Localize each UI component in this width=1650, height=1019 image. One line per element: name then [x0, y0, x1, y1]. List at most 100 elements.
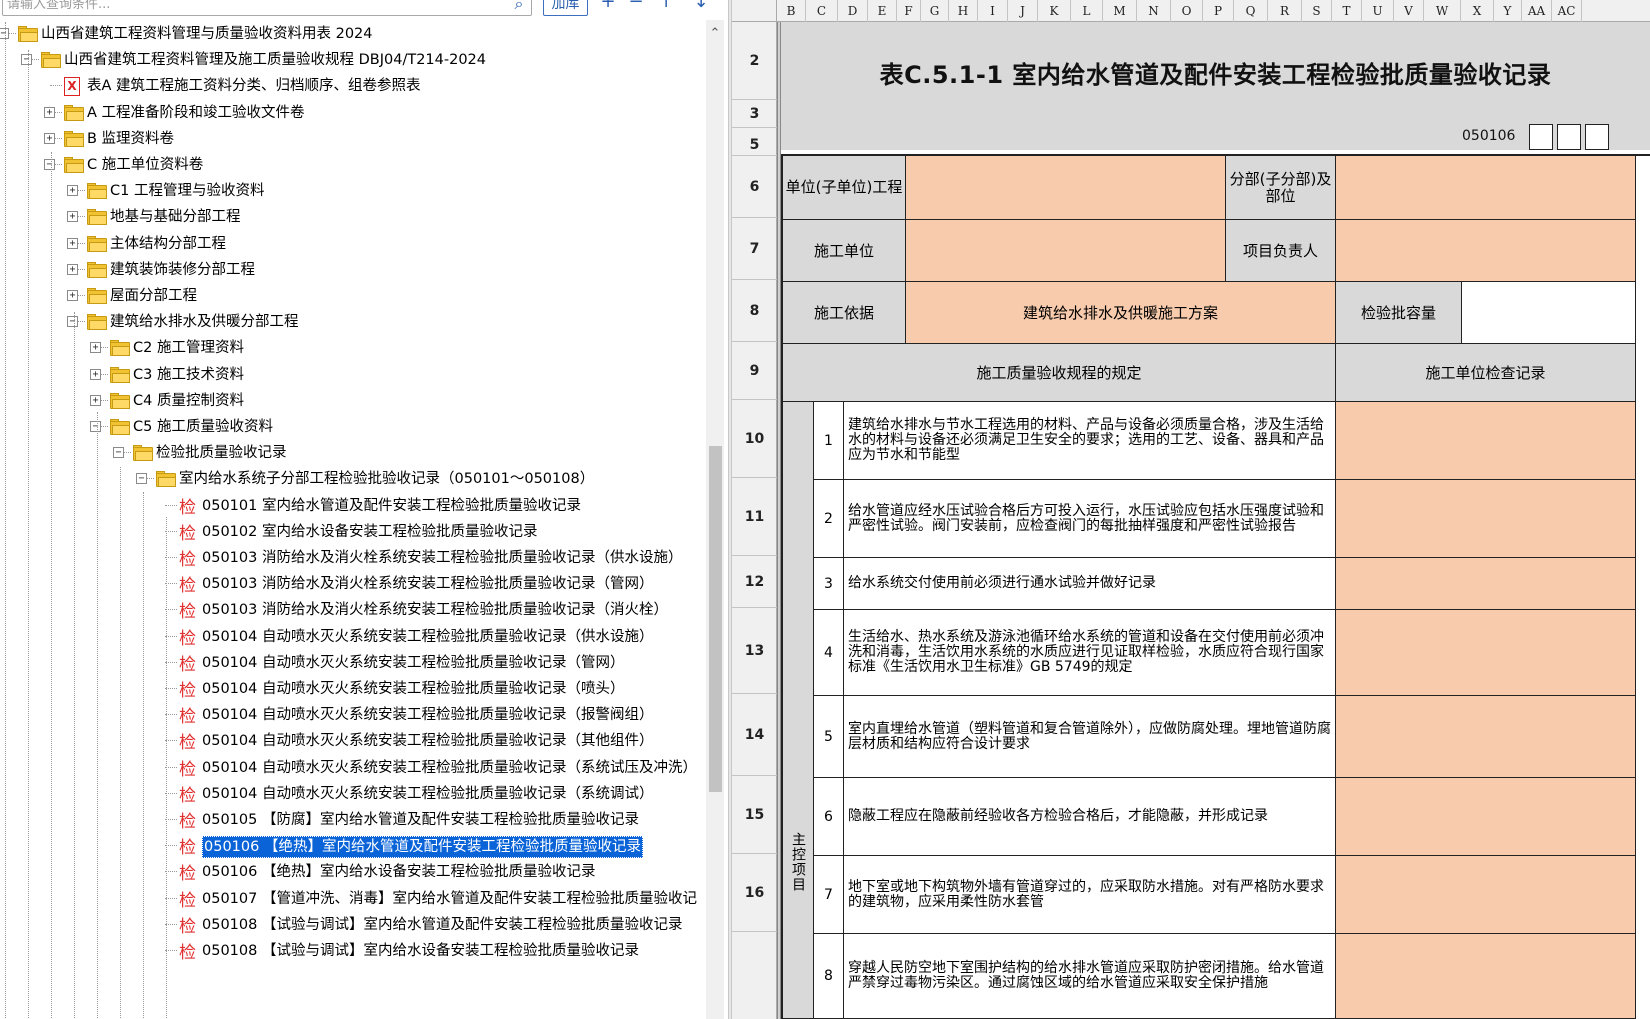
column-header[interactable]: AC [1552, 0, 1582, 22]
main-items-label[interactable]: 主控项目 [783, 402, 814, 1019]
tree-item-label[interactable]: 050103 消防给水及消火栓系统安装工程检验批质量验收记录（消火栓） [202, 600, 668, 620]
tree-item-label[interactable]: 050101 室内给水管道及配件安装工程检验批质量验收记录 [202, 496, 581, 516]
tree-item-form[interactable]: 检 050103 消防给水及消火栓系统安装工程检验批质量验收记录（管网） [0, 570, 700, 597]
tree-item-folder[interactable]: + A 工程准备阶段和竣工验收文件卷 [0, 99, 700, 126]
tree-item-label[interactable]: 建筑给水排水及供暖分部工程 [110, 312, 299, 332]
tree-item-folder[interactable]: − 山西省建筑工程资料管理与质量验收资料用表 2024 [0, 20, 700, 47]
item-number[interactable]: 3 [814, 558, 844, 610]
scrollbar-thumb[interactable] [709, 446, 722, 792]
row-header[interactable]: 16 [732, 854, 777, 932]
tree-item-label[interactable]: 主体结构分部工程 [110, 234, 226, 254]
tree-item-form[interactable]: 检 050106 【绝热】室内给水设备安装工程检验批质量验收记录 [0, 858, 700, 885]
move-down-icon[interactable]: ↓ [690, 0, 712, 12]
tree-item-folder[interactable]: − 山西省建筑工程资料管理及施工质量验收规程 DBJ04/T214-2024 [0, 46, 700, 73]
spec-header[interactable]: 施工质量验收规程的规定 [783, 344, 1336, 402]
item-requirement[interactable]: 建筑给水排水与节水工程选用的材料、产品与设备必须质量合格，涉及生活给水的材料与设… [844, 402, 1336, 480]
tree-item-label[interactable]: C3 施工技术资料 [133, 365, 244, 385]
row-header[interactable]: 9 [732, 342, 777, 400]
row-header[interactable]: 7 [732, 218, 777, 280]
expand-icon[interactable]: + [67, 185, 78, 197]
row-header[interactable]: 15 [732, 776, 777, 854]
item-requirement[interactable]: 生活给水、热水系统及游泳池循环给水系统的管道和设备在交付使用前必须冲洗和消毒，生… [844, 610, 1336, 696]
expand-icon[interactable]: + [90, 394, 101, 406]
item-check-record[interactable] [1336, 558, 1636, 610]
search-icon[interactable]: ⌕ [508, 0, 530, 14]
tree-item-form[interactable]: 检 050103 消防给水及消火栓系统安装工程检验批质量验收记录（消火栓） [0, 596, 700, 623]
tree-item-folder[interactable]: − C 施工单位资料卷 [0, 151, 700, 178]
tree-scrollbar[interactable]: ⌃ [706, 20, 724, 1019]
expand-icon[interactable]: + [67, 211, 78, 223]
column-header[interactable]: W [1424, 0, 1461, 22]
tree-item-folder[interactable]: − 检验批质量验收记录 [0, 439, 700, 466]
row-header[interactable]: 6 [732, 156, 777, 218]
item-check-record[interactable] [1336, 610, 1636, 696]
item-number[interactable]: 2 [814, 480, 844, 558]
item-check-record[interactable] [1336, 934, 1636, 1019]
column-header[interactable]: Q [1234, 0, 1268, 22]
collapse-icon[interactable]: − [113, 447, 124, 459]
tree-item-table[interactable]: X 表A 建筑工程施工资料分类、归档顺序、组卷参照表 [0, 72, 700, 99]
tree-item-folder[interactable]: − C5 施工质量验收资料 [0, 413, 700, 440]
column-header[interactable]: G [921, 0, 949, 22]
tree-item-label[interactable]: 050103 消防给水及消火栓系统安装工程检验批质量验收记录（供水设施） [202, 548, 682, 568]
scroll-up-arrow-icon[interactable]: ⌃ [706, 26, 724, 44]
tree-item-label[interactable]: 山西省建筑工程资料管理及施工质量验收规程 DBJ04/T214-2024 [64, 50, 486, 70]
tree-item-label[interactable]: 050104 自动喷水灭火系统安装工程检验批质量验收记录（系统调试） [202, 784, 653, 804]
form-title[interactable]: 表C.5.1-1 室内给水管道及配件安装工程检验批质量验收记录 [781, 22, 1650, 122]
tree-item-folder[interactable]: + B 监理资料卷 [0, 125, 700, 152]
tree-item-label[interactable]: 屋面分部工程 [110, 286, 197, 306]
contractor-label[interactable]: 施工单位 [783, 220, 906, 282]
column-header[interactable]: C [806, 0, 838, 22]
tree-item-form[interactable]: 检 050106 【绝热】室内给水管道及配件安装工程检验批质量验收记录 [0, 832, 700, 859]
item-requirement[interactable]: 给水系统交付使用前必须进行通水试验并做好记录 [844, 558, 1336, 610]
tree-item-folder[interactable]: + 屋面分部工程 [0, 282, 700, 309]
tree-item-label[interactable]: 050106 【绝热】室内给水管道及配件安装工程检验批质量验收记录 [202, 836, 643, 859]
expand-icon[interactable]: + [90, 342, 101, 354]
column-header[interactable]: V [1394, 0, 1424, 22]
tree-item-form[interactable]: 检 050104 自动喷水灭火系统安装工程检验批质量验收记录（喷头） [0, 675, 700, 702]
tree-item-form[interactable]: 检 050105 【防腐】室内给水管道及配件安装工程检验批质量验收记录 [0, 806, 700, 833]
expand-icon[interactable]: + [67, 290, 78, 301]
column-header[interactable]: P [1203, 0, 1234, 22]
column-header[interactable]: M [1103, 0, 1137, 22]
expand-icon[interactable]: + [44, 132, 55, 144]
item-number[interactable]: 4 [814, 610, 844, 696]
sub-project-label[interactable]: 分部(子分部)及部位 [1226, 156, 1336, 220]
tree-item-folder[interactable]: + 地基与基础分部工程 [0, 203, 700, 230]
tree-item-label[interactable]: 050106 【绝热】室内给水设备安装工程检验批质量验收记录 [202, 862, 595, 882]
column-header[interactable]: L [1071, 0, 1103, 22]
code-box-2[interactable] [1557, 124, 1581, 150]
tree-item-label[interactable]: C5 施工质量验收资料 [133, 417, 273, 437]
tree-item-label[interactable]: 050108 【试验与调试】室内给水设备安装工程检验批质量验收记录 [202, 941, 639, 961]
item-check-record[interactable] [1336, 402, 1636, 480]
tree-item-form[interactable]: 检 050104 自动喷水灭火系统安装工程检验批质量验收记录（系统试压及冲洗） [0, 754, 700, 781]
column-header[interactable]: R [1268, 0, 1302, 22]
project-manager-label[interactable]: 项目负责人 [1226, 220, 1336, 282]
contractor-value[interactable] [906, 220, 1226, 282]
column-header[interactable]: B [777, 0, 806, 22]
collapse-icon[interactable]: − [21, 54, 32, 66]
tree-item-label[interactable]: 050104 自动喷水灭火系统安装工程检验批质量验收记录（系统试压及冲洗） [202, 758, 697, 778]
column-header[interactable]: D [838, 0, 868, 22]
column-header[interactable]: E [868, 0, 897, 22]
expand-icon[interactable]: + [44, 106, 55, 118]
project-manager-value[interactable] [1336, 220, 1636, 282]
tree-item-form[interactable]: 检 050108 【试验与调试】室内给水管道及配件安装工程检验批质量验收记录 [0, 911, 700, 938]
row-header[interactable]: 8 [732, 280, 777, 342]
item-number[interactable]: 7 [814, 856, 844, 934]
item-check-record[interactable] [1336, 480, 1636, 558]
tree-item-label[interactable]: A 工程准备阶段和竣工验收文件卷 [87, 103, 305, 123]
tree-item-label[interactable]: 地基与基础分部工程 [110, 207, 241, 227]
tree-item-form[interactable]: 检 050103 消防给水及消火栓系统安装工程检验批质量验收记录（供水设施） [0, 544, 700, 571]
tree-item-form[interactable]: 检 050104 自动喷水灭火系统安装工程检验批质量验收记录（其他组件） [0, 727, 700, 754]
tree-item-folder[interactable]: + C1 工程管理与验收资料 [0, 177, 700, 204]
batch-capacity-label[interactable]: 检验批容量 [1336, 282, 1462, 344]
tree-item-label[interactable]: 050108 【试验与调试】室内给水管道及配件安装工程检验批质量验收记录 [202, 915, 682, 935]
row-header[interactable]: 12 [732, 556, 777, 608]
tree-item-label[interactable]: C1 工程管理与验收资料 [110, 181, 264, 201]
collapse-icon[interactable]: − [44, 159, 55, 170]
sub-project-value[interactable] [1336, 156, 1636, 220]
tree-item-folder[interactable]: + 建筑装饰装修分部工程 [0, 256, 700, 283]
item-number[interactable]: 1 [814, 402, 844, 480]
add-library-button[interactable]: 加库 [543, 0, 588, 16]
